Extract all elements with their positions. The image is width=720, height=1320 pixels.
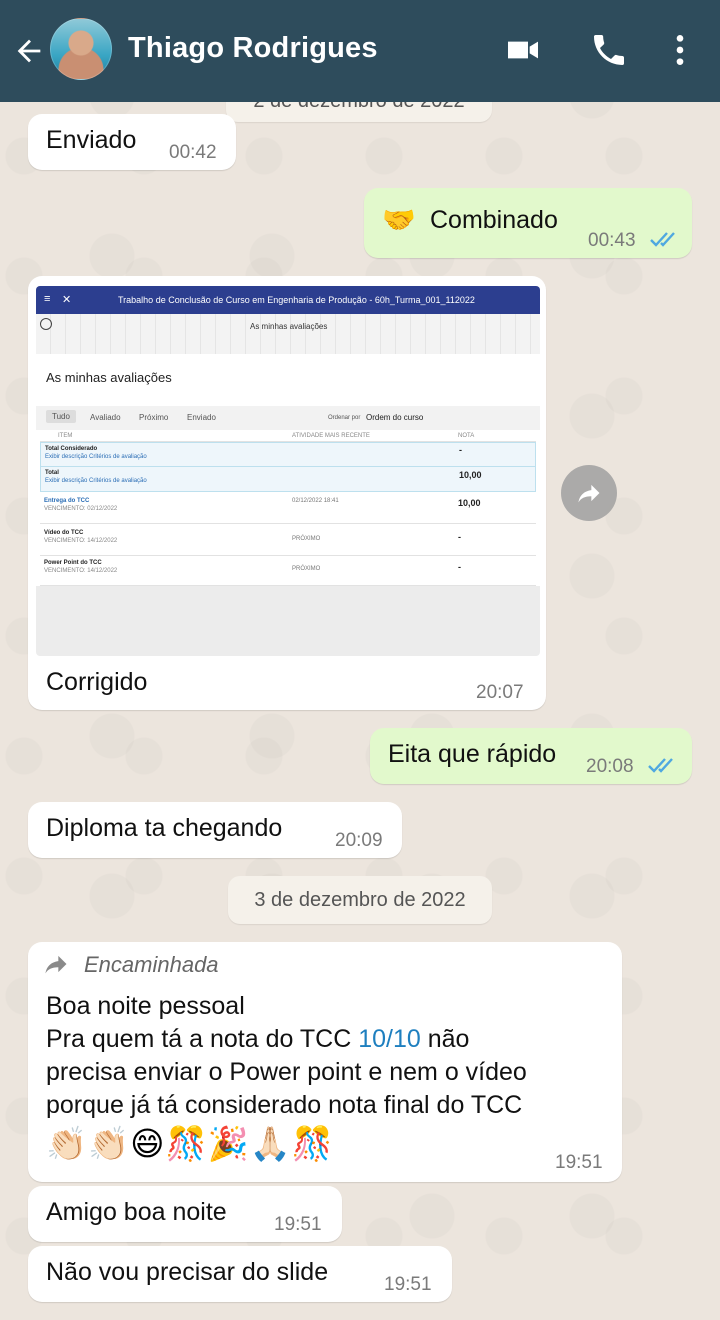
row-sub: Exibir descrição Critérios de avaliação <box>45 478 147 484</box>
screenshot-heading: As minhas avaliações <box>46 370 172 385</box>
message-text-line: precisa enviar o Power point e nem o víd… <box>46 1058 527 1086</box>
screenshot-row: Total Exibir descrição Critérios de aval… <box>40 466 536 492</box>
grade-link[interactable]: 10/10 <box>358 1025 421 1053</box>
message-text: Diploma ta chegando <box>46 814 283 842</box>
phone-icon[interactable] <box>589 30 629 70</box>
forward-icon <box>578 484 600 503</box>
chat-header: Thiago Rodrigues <box>0 0 720 102</box>
screenshot-row: Vídeo do TCC VENCIMENTO: 14/12/2022 PRÓX… <box>40 526 536 556</box>
screenshot-image[interactable]: ≡ ✕ Trabalho de Conclusão de Curso em En… <box>36 286 540 656</box>
row-name: Vídeo do TCC <box>44 530 84 536</box>
row-grade: 10,00 <box>458 498 481 508</box>
screenshot-row: Entrega do TCC VENCIMENTO: 02/12/2022 02… <box>40 494 536 524</box>
row-sub: VENCIMENTO: 14/12/2022 <box>44 568 118 574</box>
screenshot-tabs: Tudo Avaliado Próximo Enviado Ordenar po… <box>36 406 540 430</box>
message-time: 19:51 <box>555 1152 603 1173</box>
more-options-icon[interactable] <box>660 30 700 70</box>
row-activity: PRÓXIMO <box>292 566 321 572</box>
message-text-line: Boa noite pessoal <box>46 992 245 1020</box>
message-time: 20:08 <box>586 756 634 777</box>
column-grade: NOTA <box>458 433 475 439</box>
row-name: Total <box>45 470 59 476</box>
avatar[interactable] <box>50 18 112 80</box>
row-sub: VENCIMENTO: 14/12/2022 <box>44 538 118 544</box>
row-name: Power Point do TCC <box>44 560 102 566</box>
message-bubble-incoming[interactable]: Enviado 00:42 <box>28 114 236 170</box>
message-bubble-incoming[interactable]: Não vou precisar do slide 19:51 <box>28 1246 452 1302</box>
message-time: 00:42 <box>169 142 217 163</box>
chevron-icon <box>40 318 52 330</box>
message-time: 20:07 <box>476 682 524 703</box>
forwarded-label: Encaminhada <box>84 952 219 977</box>
sort-select: Ordem do curso <box>366 413 424 422</box>
message-text-line: Pra quem tá a nota do TCC 10/10 não <box>46 1023 469 1056</box>
screenshot-subheader: As minhas avaliações <box>36 314 540 354</box>
sort-label: Ordenar por <box>328 415 361 421</box>
forwarded-icon <box>45 955 67 974</box>
video-call-icon[interactable] <box>503 30 543 70</box>
emoji-row: 👏🏻👏🏻😄🎊🎉🙏🏻🎊 <box>46 1125 334 1162</box>
message-time: 19:51 <box>384 1274 432 1295</box>
screenshot-tab: Enviado <box>187 413 216 422</box>
read-receipt-icon <box>650 232 675 247</box>
message-text: Enviado <box>46 126 137 154</box>
screenshot-column-headers: ITEM ATIVIDADE MAIS RECENTE NOTA <box>40 432 536 442</box>
screenshot-tab: Avaliado <box>90 413 121 422</box>
date-label: 3 de dezembro de 2022 <box>254 889 466 911</box>
contact-name[interactable]: Thiago Rodrigues <box>128 32 378 65</box>
handshake-emoji: 🤝 <box>382 205 416 235</box>
message-text: Amigo boa noite <box>46 1198 227 1226</box>
message-text: Eita que rápido <box>388 740 557 768</box>
column-activity: ATIVIDADE MAIS RECENTE <box>292 433 370 439</box>
column-item: ITEM <box>58 433 73 439</box>
read-receipt-icon <box>648 758 673 773</box>
screenshot-tab: Tudo <box>46 410 76 423</box>
message-text-segment: não <box>420 1025 470 1053</box>
screenshot-footer <box>36 586 540 656</box>
image-caption: Corrigido <box>46 668 148 696</box>
close-icon: ✕ <box>62 294 72 306</box>
date-separator: 3 de dezembro de 2022 <box>228 876 492 924</box>
row-sub: Exibir descrição Critérios de avaliação <box>45 454 147 460</box>
row-activity: PRÓXIMO <box>292 536 321 542</box>
message-text-segment: Pra quem tá a nota do TCC <box>46 1025 359 1053</box>
message-bubble-outgoing[interactable]: 🤝 Combinado 00:43 <box>364 188 692 258</box>
forward-button[interactable] <box>561 465 617 521</box>
screenshot-title: Trabalho de Conclusão de Curso em Engenh… <box>118 295 475 305</box>
row-grade: - <box>458 532 461 542</box>
row-name: Entrega do TCC <box>44 498 90 504</box>
message-bubble-outgoing[interactable]: Eita que rápido 20:08 <box>370 728 692 784</box>
message-text: Não vou precisar do slide <box>46 1258 329 1286</box>
message-time: 19:51 <box>274 1214 322 1235</box>
row-name: Total Considerado <box>45 446 98 452</box>
row-grade: 10,00 <box>459 470 482 480</box>
back-arrow-icon[interactable] <box>12 34 46 68</box>
row-grade: - <box>458 562 461 572</box>
row-sub: VENCIMENTO: 02/12/2022 <box>44 506 118 512</box>
message-bubble-incoming[interactable]: Diploma ta chegando 20:09 <box>28 802 402 858</box>
message-time: 20:09 <box>335 830 383 851</box>
message-text-line: porque já tá considerado nota final do T… <box>46 1091 523 1119</box>
message-bubble-incoming[interactable]: Amigo boa noite 19:51 <box>28 1186 342 1242</box>
screenshot-titlebar: ≡ ✕ Trabalho de Conclusão de Curso em En… <box>36 286 540 314</box>
row-grade: - <box>459 445 462 455</box>
screenshot-row: Power Point do TCC VENCIMENTO: 14/12/202… <box>40 556 536 586</box>
message-time: 00:43 <box>588 230 636 251</box>
message-text: Combinado <box>430 206 558 234</box>
menu-icon: ≡ <box>44 293 51 305</box>
row-activity: 02/12/2022 18:41 <box>292 498 339 504</box>
screenshot-subtitle: As minhas avaliações <box>250 322 328 331</box>
screenshot-row: Total Considerado Exibir descrição Crité… <box>40 442 536 468</box>
screenshot-tab: Próximo <box>139 413 169 422</box>
